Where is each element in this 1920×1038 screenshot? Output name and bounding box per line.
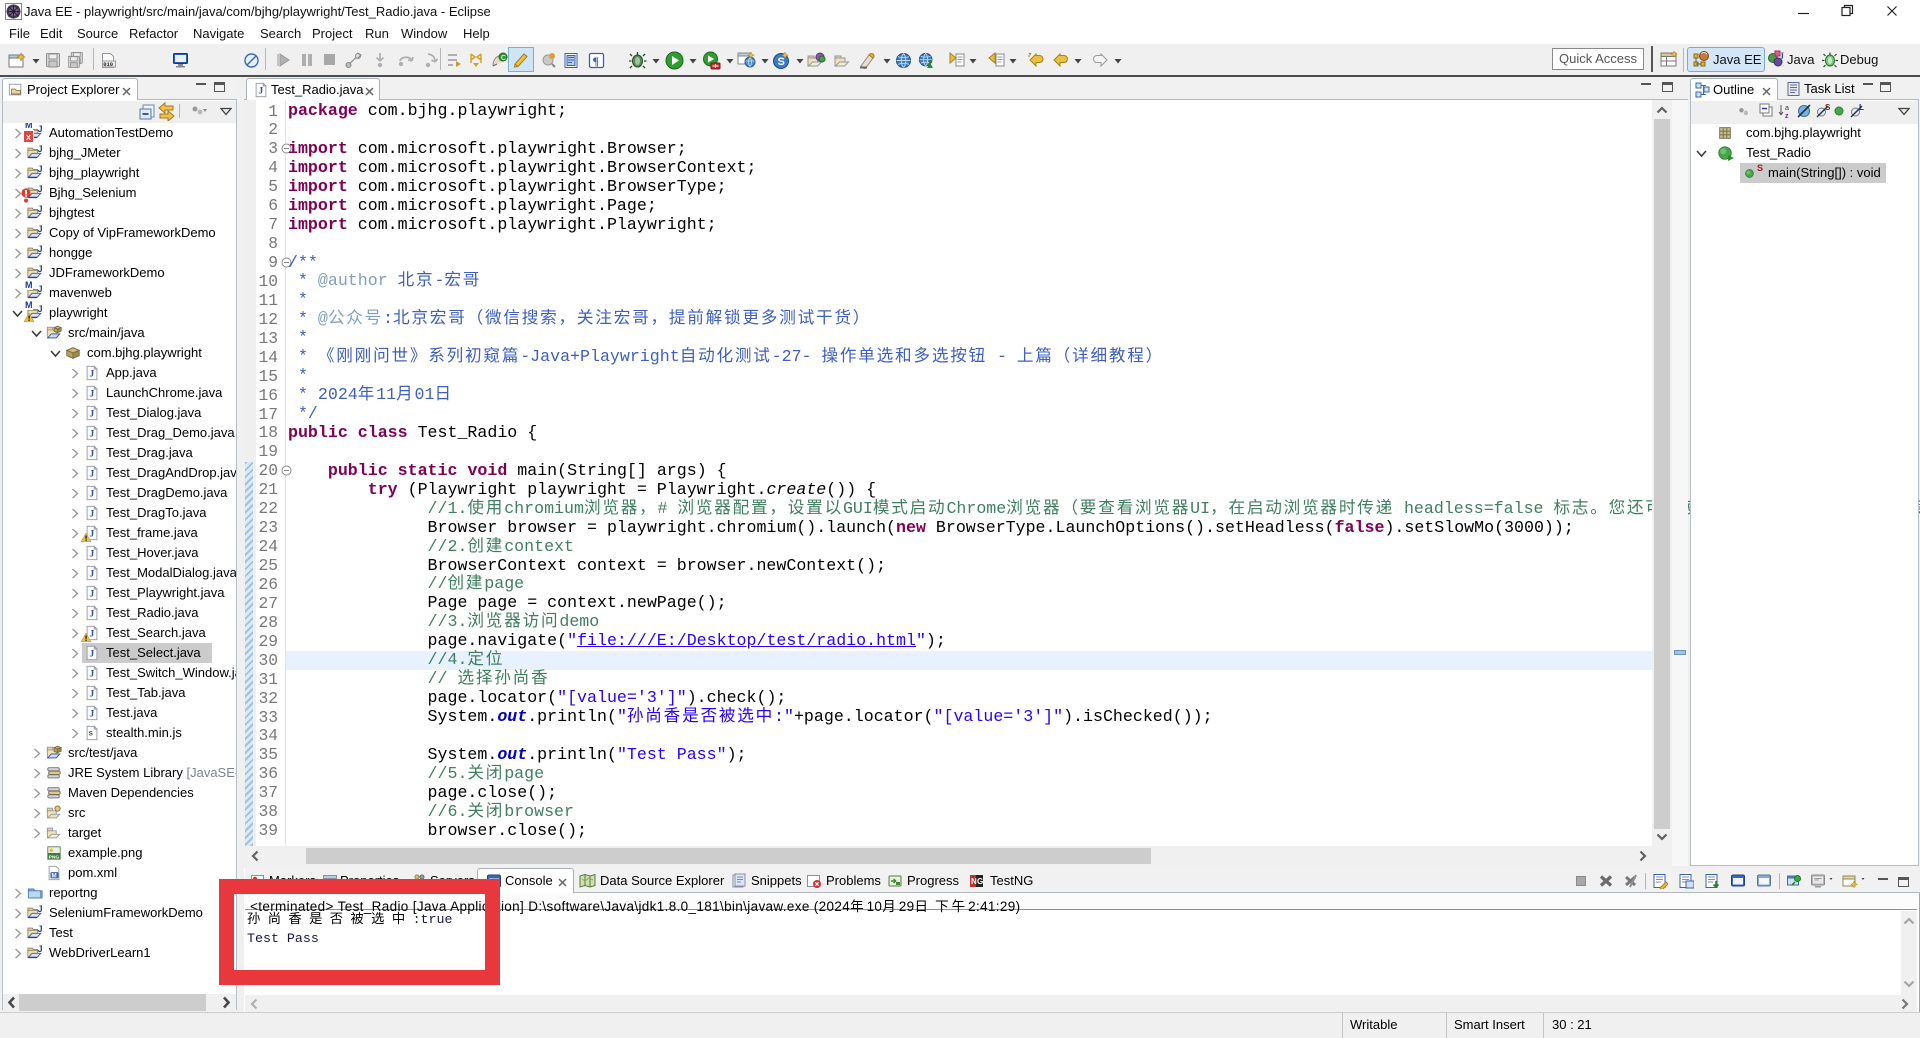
- svg-text:S: S: [778, 56, 785, 68]
- svg-text:z: z: [1785, 113, 1789, 119]
- svg-text:J: J: [1780, 51, 1785, 61]
- svg-text:G: G: [977, 877, 983, 886]
- svg-text:C: C: [501, 55, 506, 62]
- svg-text:a: a: [1785, 105, 1789, 112]
- svg-text:010: 010: [103, 61, 113, 68]
- svg-text:¶: ¶: [593, 54, 599, 68]
